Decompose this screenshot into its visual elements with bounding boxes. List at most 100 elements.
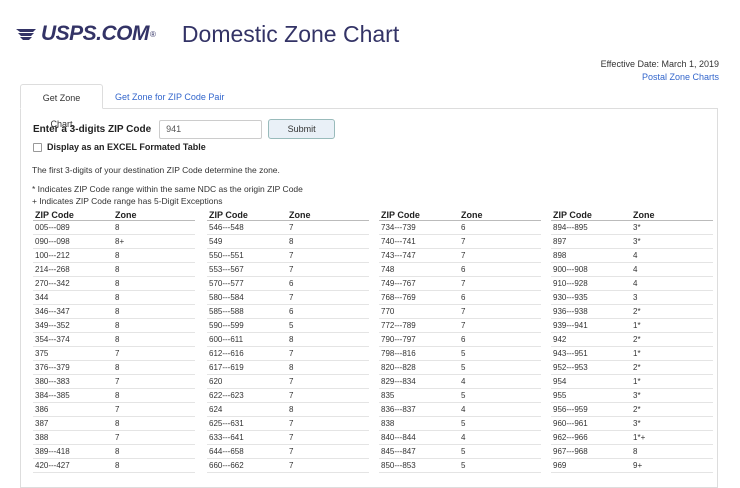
zone-table-4: ZIP Code Zone 894---895 3* 897 3* 898 4 900---90…	[551, 210, 713, 473]
zone-cell: 4	[631, 262, 713, 277]
zip-form: Enter a 3-digits ZIP Code Submit	[33, 119, 336, 139]
zone-cell: 5	[459, 346, 541, 361]
tab-get-zone-chart[interactable]: Get Zone Chart	[20, 84, 103, 129]
zone-cell: 7	[287, 374, 369, 389]
zip-range-cell: 270---342	[33, 276, 113, 291]
zone-cell: 9+	[631, 458, 713, 473]
table-row: 090---098 8+	[33, 234, 195, 249]
submit-button[interactable]: Submit	[268, 119, 336, 139]
table-row: 820---828 5	[379, 360, 541, 375]
zone-cell: 6	[459, 262, 541, 277]
zip-range-cell: 354---374	[33, 332, 113, 347]
zip-range-cell: 100---212	[33, 248, 113, 263]
table-row: 840---844 4	[379, 430, 541, 445]
table-row: 930---935 3	[551, 290, 713, 305]
zone-cell: 7	[113, 402, 195, 417]
table-row: 580---584 7	[207, 290, 369, 305]
zone-cell: 6	[459, 220, 541, 235]
zone-chart-panel: Enter a 3-digits ZIP Code Submit Display…	[20, 108, 718, 488]
zip-range-cell: 386	[33, 402, 113, 417]
zone-cell: 5	[287, 318, 369, 333]
zone-cell: 8	[287, 234, 369, 249]
postal-zone-charts-link[interactable]: Postal Zone Charts	[642, 72, 719, 82]
zip-code-header: ZIP Code	[551, 210, 631, 221]
excel-checkbox[interactable]	[33, 142, 42, 152]
zip-range-cell: 838	[379, 416, 459, 431]
zone-cell: 5	[459, 458, 541, 473]
page-title: Domestic Zone Chart	[181, 20, 400, 47]
zone-cell: 8	[287, 332, 369, 347]
zone-cell: 7	[459, 304, 541, 319]
table-row: 376---379 8	[33, 360, 195, 375]
zip-range-cell: 375	[33, 346, 113, 361]
table-row: 612---616 7	[207, 346, 369, 361]
zip-range-cell: 549	[207, 234, 287, 249]
table-row: 900---908 4	[551, 262, 713, 277]
table-row: 622---623 7	[207, 388, 369, 403]
zip-range-cell: 930---935	[551, 290, 631, 305]
info-destination-zip: The first 3-digits of your destination Z…	[32, 165, 280, 175]
zone-cell: 3*	[631, 234, 713, 249]
zip-range-cell: 740---741	[379, 234, 459, 249]
zone-cell: 7	[113, 430, 195, 445]
table-row: 644---658 7	[207, 444, 369, 459]
table-row: 549 8	[207, 234, 369, 249]
zip-range-cell: 585---588	[207, 304, 287, 319]
zip-code-input[interactable]	[159, 119, 263, 139]
table-row: 344 8	[33, 290, 195, 305]
zip-range-cell: 660---662	[207, 458, 287, 473]
zip-range-cell: 967---968	[551, 444, 631, 459]
eagle-logo-icon	[16, 29, 36, 40]
zip-code-header: ZIP Code	[207, 210, 287, 221]
zip-range-cell: 770	[379, 304, 459, 319]
zip-range-cell: 388	[33, 430, 113, 445]
table-row: 600---611 8	[207, 332, 369, 347]
zone-cell: 7	[459, 318, 541, 333]
zip-range-cell: 620	[207, 374, 287, 389]
zone-cell: 7	[287, 388, 369, 403]
zone-cell: 8	[113, 318, 195, 333]
zone-cell: 3	[631, 290, 713, 305]
table-row: 969 9+	[551, 458, 713, 473]
zone-cell: 8	[113, 262, 195, 277]
zip-range-cell: 546---548	[207, 220, 287, 235]
zone-cell: 4	[459, 374, 541, 389]
zip-range-cell: 617---619	[207, 360, 287, 375]
zone-header: Zone	[631, 210, 713, 221]
zip-range-cell: 389---418	[33, 444, 113, 459]
zip-range-cell: 380---383	[33, 374, 113, 389]
table-row: 960---961 3*	[551, 416, 713, 431]
zone-cell: 7	[287, 290, 369, 305]
table-row: 836---837 4	[379, 402, 541, 417]
table-row: 734---739 6	[379, 220, 541, 235]
table-row: 748 6	[379, 262, 541, 277]
zip-range-cell: 845---847	[379, 444, 459, 459]
usps-logo[interactable]: USPS.COM ®	[14, 22, 156, 46]
table-row: 850---853 5	[379, 458, 541, 473]
zone-cell: 8	[113, 220, 195, 235]
zip-range-cell: 942	[551, 332, 631, 347]
info-ndc-note: * Indicates ZIP Code range within the sa…	[32, 184, 303, 194]
zip-range-cell: 743---747	[379, 248, 459, 263]
table-row: 375 7	[33, 346, 195, 361]
table-row: 617---619 8	[207, 360, 369, 375]
zone-cell: 5	[459, 444, 541, 459]
zip-range-cell: 600---611	[207, 332, 287, 347]
zone-cell: 1*	[631, 374, 713, 389]
zip-range-cell: 894---895	[551, 220, 631, 235]
table-row: 936---938 2*	[551, 304, 713, 319]
table-row: 956---959 2*	[551, 402, 713, 417]
table-row: 386 7	[33, 402, 195, 417]
table-row: 553---567 7	[207, 262, 369, 277]
zone-cell: 1*	[631, 346, 713, 361]
zip-range-cell: 798---816	[379, 346, 459, 361]
zip-range-cell: 962---966	[551, 430, 631, 445]
table-row: 967---968 8	[551, 444, 713, 459]
zone-table-header: ZIP Code Zone	[551, 210, 713, 221]
zip-range-cell: 090---098	[33, 234, 113, 249]
tab-get-zone-for-zip-pair[interactable]: Get Zone for ZIP Code Pair	[105, 84, 234, 109]
zone-cell: 8	[113, 248, 195, 263]
table-row: 898 4	[551, 248, 713, 263]
zip-range-cell: 005---089	[33, 220, 113, 235]
zip-code-header: ZIP Code	[379, 210, 459, 221]
